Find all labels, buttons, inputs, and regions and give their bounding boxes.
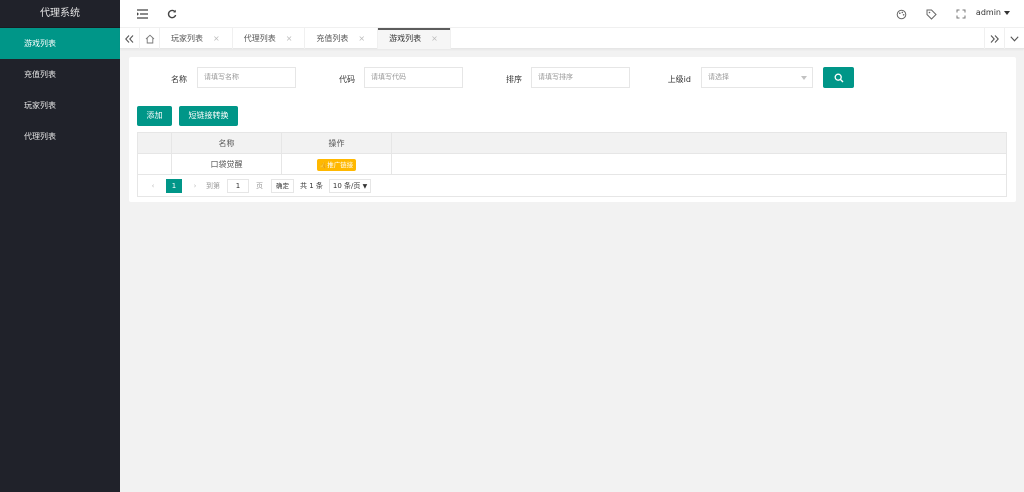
sidebar-item-recharge[interactable]: 充值列表 xyxy=(0,59,120,90)
next-page-icon[interactable]: › xyxy=(188,182,202,190)
page-confirm-button[interactable]: 确定 xyxy=(271,178,294,193)
page-jump-input[interactable]: 1 xyxy=(227,178,249,193)
scroll-left-icon[interactable] xyxy=(120,28,140,49)
sidebar-item-players[interactable]: 玩家列表 xyxy=(0,90,120,121)
theme-icon[interactable] xyxy=(894,7,908,21)
home-icon[interactable] xyxy=(140,28,160,49)
name-label: 名称 xyxy=(171,75,187,84)
data-table: 名称 操作 口袋觉醒 👍推广链接 ‹ 1 › 到第 1 页 确定 共 1 条 1… xyxy=(137,132,1007,197)
promo-link-button[interactable]: 👍推广链接 xyxy=(316,158,357,171)
chevron-down-icon: ▼ xyxy=(362,182,368,190)
tabs-bar: 玩家列表 × 代理列表 × 充值列表 × 游戏列表 × xyxy=(120,28,1024,49)
table-header-row: 名称 操作 xyxy=(138,133,1006,154)
table-cell xyxy=(392,154,1006,175)
sort-input[interactable]: 请填写排序 xyxy=(531,67,630,88)
promo-link-label: 推广链接 xyxy=(327,160,354,169)
menu-toggle-icon[interactable] xyxy=(135,7,149,21)
sort-label: 排序 xyxy=(506,75,522,84)
app-title: 代理系统 xyxy=(0,0,120,28)
close-icon[interactable]: × xyxy=(431,34,438,43)
tab-players[interactable]: 玩家列表 × xyxy=(160,28,233,49)
tab-label: 充值列表 xyxy=(316,34,349,43)
tab-label: 代理列表 xyxy=(243,34,276,43)
close-icon[interactable]: × xyxy=(358,34,365,43)
top-header: admin xyxy=(120,0,1024,28)
table-header-cell xyxy=(392,133,1006,154)
sidebar: 代理系统 游戏列表 充值列表 玩家列表 代理列表 xyxy=(0,0,120,492)
tab-label: 游戏列表 xyxy=(389,34,422,43)
prev-page-icon[interactable]: ‹ xyxy=(146,182,160,190)
table-cell xyxy=(138,154,172,175)
username: admin xyxy=(975,8,1001,17)
table-header-action: 操作 xyxy=(282,133,392,154)
scroll-right-icon[interactable] xyxy=(984,28,1004,49)
table-row: 口袋觉醒 👍推广链接 xyxy=(138,154,1006,175)
name-input[interactable]: 请填写名称 xyxy=(197,67,296,88)
add-button[interactable]: 添加 xyxy=(137,106,172,126)
chevron-down-icon xyxy=(801,76,807,80)
page-number-current[interactable]: 1 xyxy=(166,178,182,193)
parent-id-select[interactable]: 请选择 xyxy=(701,67,813,88)
game-name-cell: 口袋觉醒 xyxy=(172,154,282,175)
sidebar-item-agents[interactable]: 代理列表 xyxy=(0,121,120,152)
tab-agents[interactable]: 代理列表 × xyxy=(233,28,306,49)
tab-options-icon[interactable] xyxy=(1004,28,1024,49)
tab-recharge[interactable]: 充值列表 × xyxy=(305,28,379,49)
code-label: 代码 xyxy=(339,75,355,84)
close-icon[interactable]: × xyxy=(213,34,220,43)
pagination: ‹ 1 › 到第 1 页 确定 共 1 条 10 条/页 ▼ xyxy=(138,175,1006,196)
total-count: 共 1 条 xyxy=(300,181,323,190)
code-input[interactable]: 请填写代码 xyxy=(364,67,463,88)
user-menu[interactable]: admin xyxy=(976,8,1010,17)
fullscreen-icon[interactable] xyxy=(954,7,968,21)
sidebar-item-games[interactable]: 游戏列表 xyxy=(0,28,120,59)
tag-icon[interactable] xyxy=(924,7,938,21)
short-link-convert-button[interactable]: 短链接转换 xyxy=(179,106,238,126)
action-cell: 👍推广链接 xyxy=(282,154,392,175)
page-size-select[interactable]: 10 条/页 ▼ xyxy=(328,178,372,193)
chevron-down-icon xyxy=(1004,10,1010,15)
close-icon[interactable]: × xyxy=(286,34,293,43)
search-button[interactable] xyxy=(823,67,854,88)
parent-id-label: 上级id xyxy=(667,75,691,84)
page-size-value: 10 条/页 xyxy=(332,181,361,190)
refresh-icon[interactable] xyxy=(165,7,179,21)
tab-list: 玩家列表 × 代理列表 × 充值列表 × 游戏列表 × xyxy=(160,28,451,49)
page-suffix: 页 xyxy=(256,181,263,190)
tab-label: 玩家列表 xyxy=(171,34,203,43)
table-header-name: 名称 xyxy=(172,133,282,154)
goto-label: 到第 xyxy=(206,181,220,190)
tab-games[interactable]: 游戏列表 × xyxy=(378,28,451,49)
main-card: 名称 请填写名称 代码 请填写代码 排序 请填写排序 上级id 请选择 添加 短… xyxy=(129,57,1016,202)
search-icon xyxy=(834,73,843,82)
parent-id-placeholder: 请选择 xyxy=(708,73,729,81)
table-header-cell xyxy=(138,133,172,154)
